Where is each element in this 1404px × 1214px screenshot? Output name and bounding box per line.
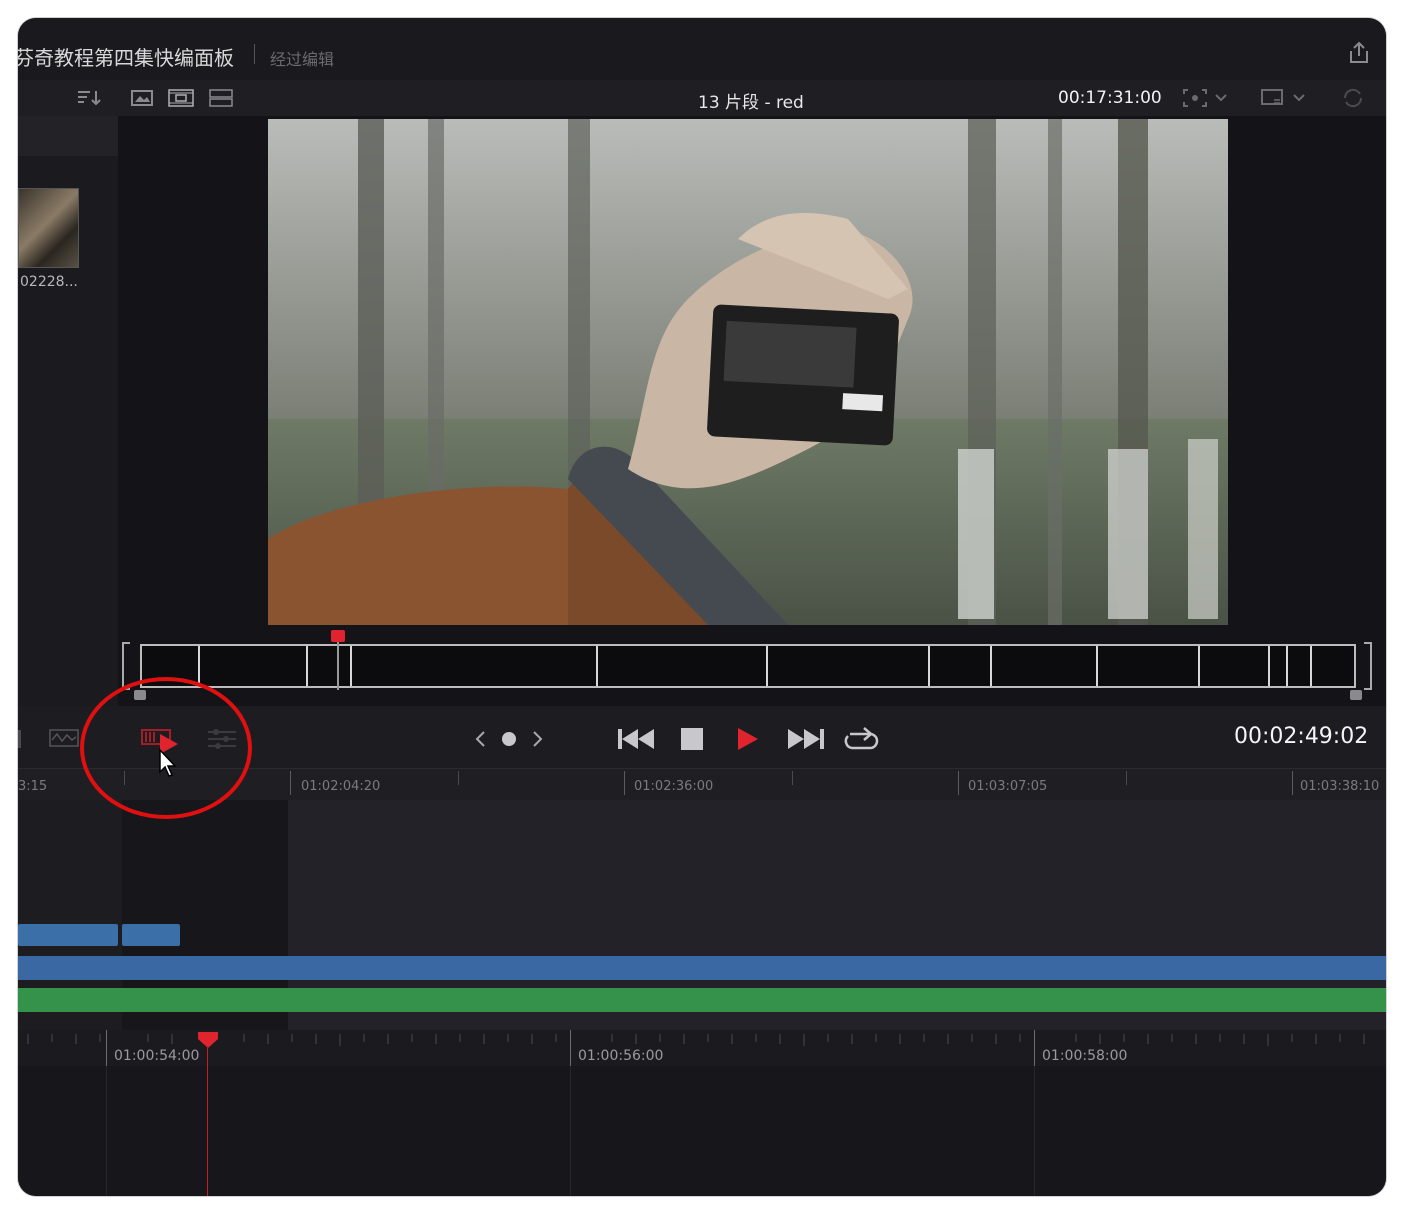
ruler-major-tick [624, 771, 625, 795]
clip-boundary [198, 646, 200, 686]
ruler-minor-tick [1126, 771, 1127, 785]
video-frame[interactable] [268, 119, 1228, 625]
media-pool-panel: 02228... [18, 116, 118, 706]
scrub-out-handle[interactable] [1350, 690, 1362, 700]
thumbnail-view-icon[interactable] [130, 88, 156, 108]
clip-boundary [350, 646, 352, 686]
ruler-ticks [27, 1034, 1365, 1046]
list-view-icon[interactable] [208, 88, 234, 108]
stop-icon[interactable] [678, 724, 706, 754]
playhead-line [207, 1046, 208, 1196]
clip-boundary [1268, 646, 1270, 686]
sort-icon[interactable] [76, 88, 102, 108]
ruler-major-tick [106, 1030, 107, 1066]
project-title: 芬奇教程第四集快编面板 [18, 46, 234, 70]
ruler-major-tick [1034, 1030, 1035, 1066]
viewer-toolbar: 13 片段 - red 00:17:31:00 [18, 80, 1386, 116]
ruler-major-tick [570, 1030, 571, 1066]
playhead-timecode: 00:02:49:02 [1234, 724, 1369, 749]
ruler-minor-tick [792, 771, 793, 785]
ruler-label: 01:00:56:00 [578, 1048, 664, 1064]
clip-thumbnail[interactable] [18, 188, 79, 268]
sync-icon[interactable] [1340, 88, 1366, 108]
clip-boundary [1096, 646, 1098, 686]
viewer-layout-icon[interactable] [1260, 88, 1310, 108]
loop-icon[interactable] [842, 724, 880, 754]
skip-to-end-icon[interactable] [786, 724, 826, 754]
mark-dot-icon[interactable] [498, 724, 520, 754]
media-pool-header [18, 116, 118, 156]
clip-name: 13 片段 - red [698, 93, 804, 113]
clip-boundary [766, 646, 768, 686]
clip-boundary [306, 646, 308, 686]
ruler-major-tick [1292, 771, 1293, 795]
video-frame-image [268, 119, 1228, 625]
scrub-track[interactable] [140, 644, 1356, 688]
fullscreen-icon[interactable] [1182, 88, 1232, 108]
ruler-label: 01:03:38:10 [1300, 779, 1380, 794]
upper-timeline[interactable] [18, 800, 1386, 1050]
share-icon[interactable] [1346, 40, 1372, 66]
timeline-clip[interactable] [18, 924, 118, 946]
clip-thumbnail-label: 02228... [20, 274, 78, 290]
ruler-label: 01:00:54:00 [114, 1048, 200, 1064]
title-bar: 芬奇教程第四集快编面板 经过编辑 [18, 18, 1386, 80]
clip-boundary [990, 646, 992, 686]
scrub-bar[interactable] [122, 628, 1376, 712]
audio-track-bar[interactable] [18, 988, 1386, 1012]
prev-edit-icon[interactable] [472, 724, 490, 754]
app-window: 芬奇教程第四集快编面板 经过编辑 13 片段 - red 00:17:31:00 [18, 18, 1386, 1196]
mouse-cursor-icon [159, 748, 177, 777]
timeline-clip[interactable] [122, 924, 180, 946]
clip-boundary [596, 646, 598, 686]
ruler-label: 01:00:58:00 [1042, 1048, 1128, 1064]
timeline-gridline [106, 1066, 107, 1196]
filmstrip-view-icon[interactable] [168, 88, 194, 108]
timeline-gridline [570, 1066, 571, 1196]
play-icon[interactable] [734, 724, 760, 754]
ruler-label: 3:15 [18, 779, 48, 794]
timeline-gridline [1034, 1066, 1035, 1196]
clip-boundary [1198, 646, 1200, 686]
edit-state: 经过编辑 [270, 50, 335, 69]
lower-timeline[interactable] [18, 1066, 1386, 1196]
scrub-playhead-line [337, 642, 339, 690]
duration-timecode: 00:17:31:00 [1058, 88, 1162, 108]
lower-timeline-ruler[interactable]: 01:00:54:00 01:00:56:00 01:00:58:00 [18, 1030, 1386, 1066]
ruler-label: 01:02:36:00 [634, 779, 714, 794]
scrub-out-bracket[interactable] [1364, 642, 1372, 690]
waveform-icon[interactable] [48, 724, 80, 754]
skip-to-start-icon[interactable] [616, 724, 656, 754]
ruler-major-tick [958, 771, 959, 795]
timeline-playhead[interactable] [198, 1032, 218, 1048]
ruler-label: 01:03:07:05 [968, 779, 1048, 794]
next-edit-icon[interactable] [528, 724, 546, 754]
ruler-minor-tick [458, 771, 459, 785]
clip-boundary [1286, 646, 1288, 686]
ruler-label: 01:02:04:20 [301, 779, 381, 794]
partial-icon [18, 730, 21, 748]
scrub-playhead[interactable] [331, 630, 345, 642]
video-track-bar[interactable] [18, 956, 1386, 980]
clip-boundary [928, 646, 930, 686]
title-divider [254, 44, 255, 64]
ruler-major-tick [290, 771, 291, 795]
clip-boundary [1310, 646, 1312, 686]
